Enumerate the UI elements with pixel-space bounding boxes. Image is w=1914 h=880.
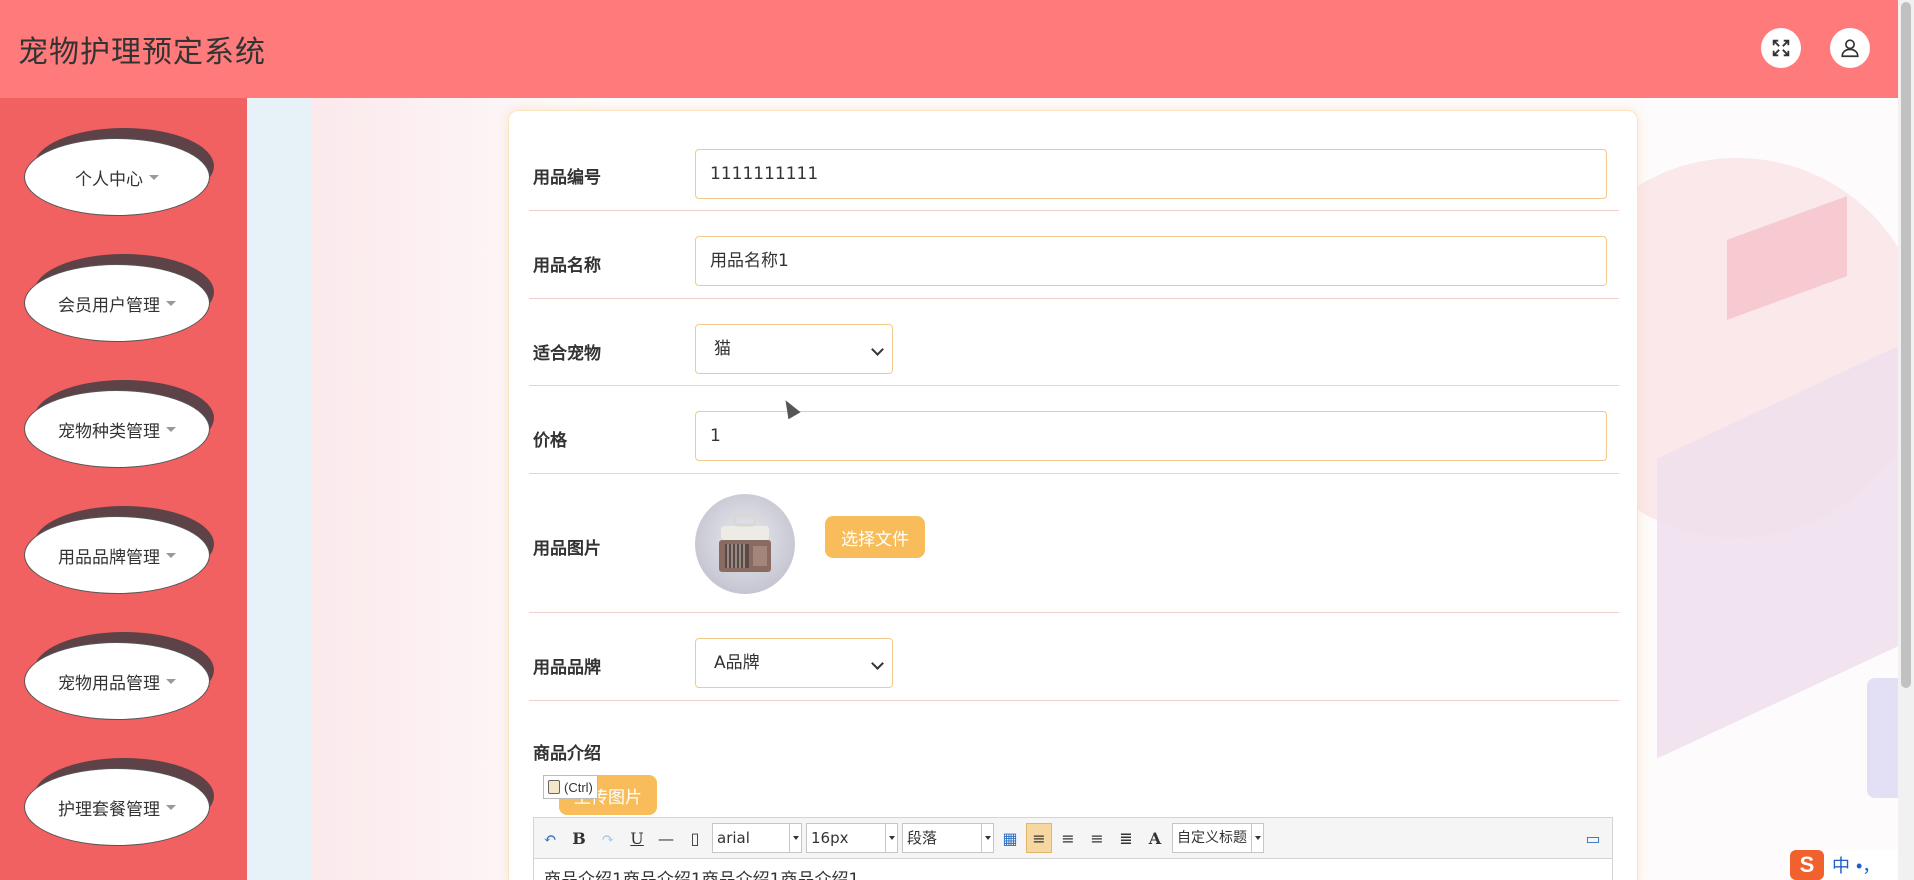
form-row-pet: 适合宠物 猫	[529, 299, 1619, 386]
sidebar-item-label: 用品品牌管理	[58, 547, 160, 568]
preview-monitor-icon[interactable]: ▭	[1580, 823, 1606, 853]
fullscreen-button[interactable]	[1761, 28, 1801, 68]
form-row-code: 用品编号 1111111111	[529, 111, 1619, 211]
chevron-down-icon	[871, 657, 884, 670]
pet-select-value: 猫	[714, 339, 731, 359]
brand-select-value: A品牌	[714, 653, 760, 673]
menu-pill[interactable]: 护理套餐管理	[24, 768, 210, 846]
horizontal-rule-icon[interactable]: —	[653, 823, 679, 853]
user-menu-button[interactable]	[1830, 28, 1870, 68]
sidebar-item-pet-supplies[interactable]: 宠物用品管理	[24, 632, 214, 722]
scrollbar-thumb[interactable]	[1901, 2, 1911, 688]
form-row-image: 用品图片 选择文件	[529, 474, 1619, 613]
menu-pill[interactable]: 宠物用品管理	[24, 642, 210, 720]
dropdown-arrow-icon	[885, 824, 897, 852]
paragraph-value: 段落	[907, 829, 938, 847]
caret-down-icon	[166, 552, 176, 558]
price-input[interactable]: 1	[695, 411, 1607, 461]
align-justify-icon[interactable]: ≣	[1113, 823, 1139, 853]
page-scrollbar[interactable]	[1898, 0, 1914, 880]
underline-icon[interactable]: U	[624, 823, 650, 853]
sidebar-item-personal-center[interactable]: 个人中心	[24, 128, 214, 218]
code-input[interactable]: 1111111111	[695, 149, 1607, 199]
align-center-icon[interactable]: ≡	[1084, 823, 1110, 853]
paste-tooltip[interactable]: (Ctrl)	[543, 775, 598, 799]
choose-file-button[interactable]: 选择文件	[825, 516, 925, 558]
sogou-logo-icon: S	[1790, 850, 1824, 880]
supply-edit-form: 用品编号 1111111111 用品名称 用品名称1 适合宠物 猫 价格 1 用…	[508, 110, 1638, 880]
sidebar: 个人中心 会员用户管理 宠物种类管理 用品品牌管理 宠物用品管理 护理套餐管理	[0, 98, 247, 880]
font-family-select[interactable]: arial	[712, 823, 802, 853]
caret-down-icon	[149, 174, 159, 180]
name-label: 用品名称	[533, 256, 601, 276]
code-label: 用品编号	[533, 168, 601, 188]
editor-toolbar: ↶ B ↷ U — ▯ arial 16px 段落 ▦ ≡ ≡ ≡ ≣ A 自定…	[533, 817, 1613, 859]
custom-title-value: 自定义标题	[1177, 830, 1247, 846]
background-shape	[1867, 678, 1898, 798]
page-icon[interactable]: ▯	[682, 823, 708, 853]
font-size-select[interactable]: 16px	[806, 823, 898, 853]
dropdown-arrow-icon	[1251, 824, 1263, 852]
menu-pill[interactable]: 宠物种类管理	[24, 390, 210, 468]
dropdown-arrow-icon	[981, 824, 993, 852]
pet-carrier-image	[719, 514, 771, 572]
sidebar-item-label: 会员用户管理	[58, 295, 160, 316]
pet-label: 适合宠物	[533, 344, 601, 364]
undo-icon[interactable]: ↶	[537, 823, 563, 853]
brand-label: 用品品牌	[533, 658, 601, 678]
price-label: 价格	[533, 431, 567, 451]
font-color-icon[interactable]: A	[1142, 823, 1168, 853]
sidebar-item-label: 护理套餐管理	[58, 799, 160, 820]
align-right-icon[interactable]: ≡	[1055, 823, 1081, 853]
menu-pill[interactable]: 会员用户管理	[24, 264, 210, 342]
font-family-value: arial	[717, 829, 750, 847]
table-icon[interactable]: ▦	[997, 823, 1023, 853]
sidebar-item-member-users[interactable]: 会员用户管理	[24, 254, 214, 344]
form-row-name: 用品名称 用品名称1	[529, 211, 1619, 299]
ime-punct: •，	[1856, 856, 1881, 876]
chevron-down-icon	[871, 343, 884, 356]
caret-down-icon	[166, 678, 176, 684]
pet-select[interactable]: 猫	[695, 324, 893, 374]
product-image[interactable]	[695, 494, 795, 594]
sidebar-item-label: 个人中心	[75, 169, 143, 190]
sidebar-item-care-packages[interactable]: 护理套餐管理	[24, 758, 214, 848]
menu-pill[interactable]: 个人中心	[24, 138, 210, 216]
top-header: 宠物护理预定系统	[0, 0, 1898, 98]
name-input[interactable]: 用品名称1	[695, 236, 1607, 286]
caret-down-icon	[166, 804, 176, 810]
brand-select[interactable]: A品牌	[695, 638, 893, 688]
ime-toolbar[interactable]: S 中 •，	[1790, 850, 1914, 880]
paragraph-select[interactable]: 段落	[902, 823, 994, 853]
custom-title-select[interactable]: 自定义标题	[1172, 823, 1264, 853]
intro-label: 商品介绍	[533, 744, 601, 764]
dropdown-arrow-icon	[789, 824, 801, 852]
form-row-price: 价格 1	[529, 386, 1619, 474]
expand-icon	[1772, 39, 1790, 57]
paste-tip-text: (Ctrl)	[564, 779, 593, 795]
sidebar-item-label: 宠物用品管理	[58, 673, 160, 694]
editor-content[interactable]: 商品介绍1商品介绍1商品介绍1商品介绍1	[533, 859, 1613, 880]
sidebar-item-pet-types[interactable]: 宠物种类管理	[24, 380, 214, 470]
font-size-value: 16px	[811, 829, 849, 847]
ime-lang: 中	[1832, 856, 1850, 876]
user-icon	[1841, 39, 1859, 58]
image-label: 用品图片	[533, 539, 601, 559]
menu-pill[interactable]: 用品品牌管理	[24, 516, 210, 594]
bold-icon[interactable]: B	[566, 823, 592, 853]
sidebar-item-supply-brands[interactable]: 用品品牌管理	[24, 506, 214, 596]
form-row-brand: 用品品牌 A品牌	[529, 613, 1619, 701]
app-title: 宠物护理预定系统	[18, 35, 266, 70]
caret-down-icon	[166, 300, 176, 306]
align-left-icon[interactable]: ≡	[1026, 823, 1052, 853]
redo-icon[interactable]: ↷	[595, 823, 621, 853]
caret-down-icon	[166, 426, 176, 432]
sidebar-item-label: 宠物种类管理	[58, 421, 160, 442]
clipboard-icon	[548, 780, 560, 794]
